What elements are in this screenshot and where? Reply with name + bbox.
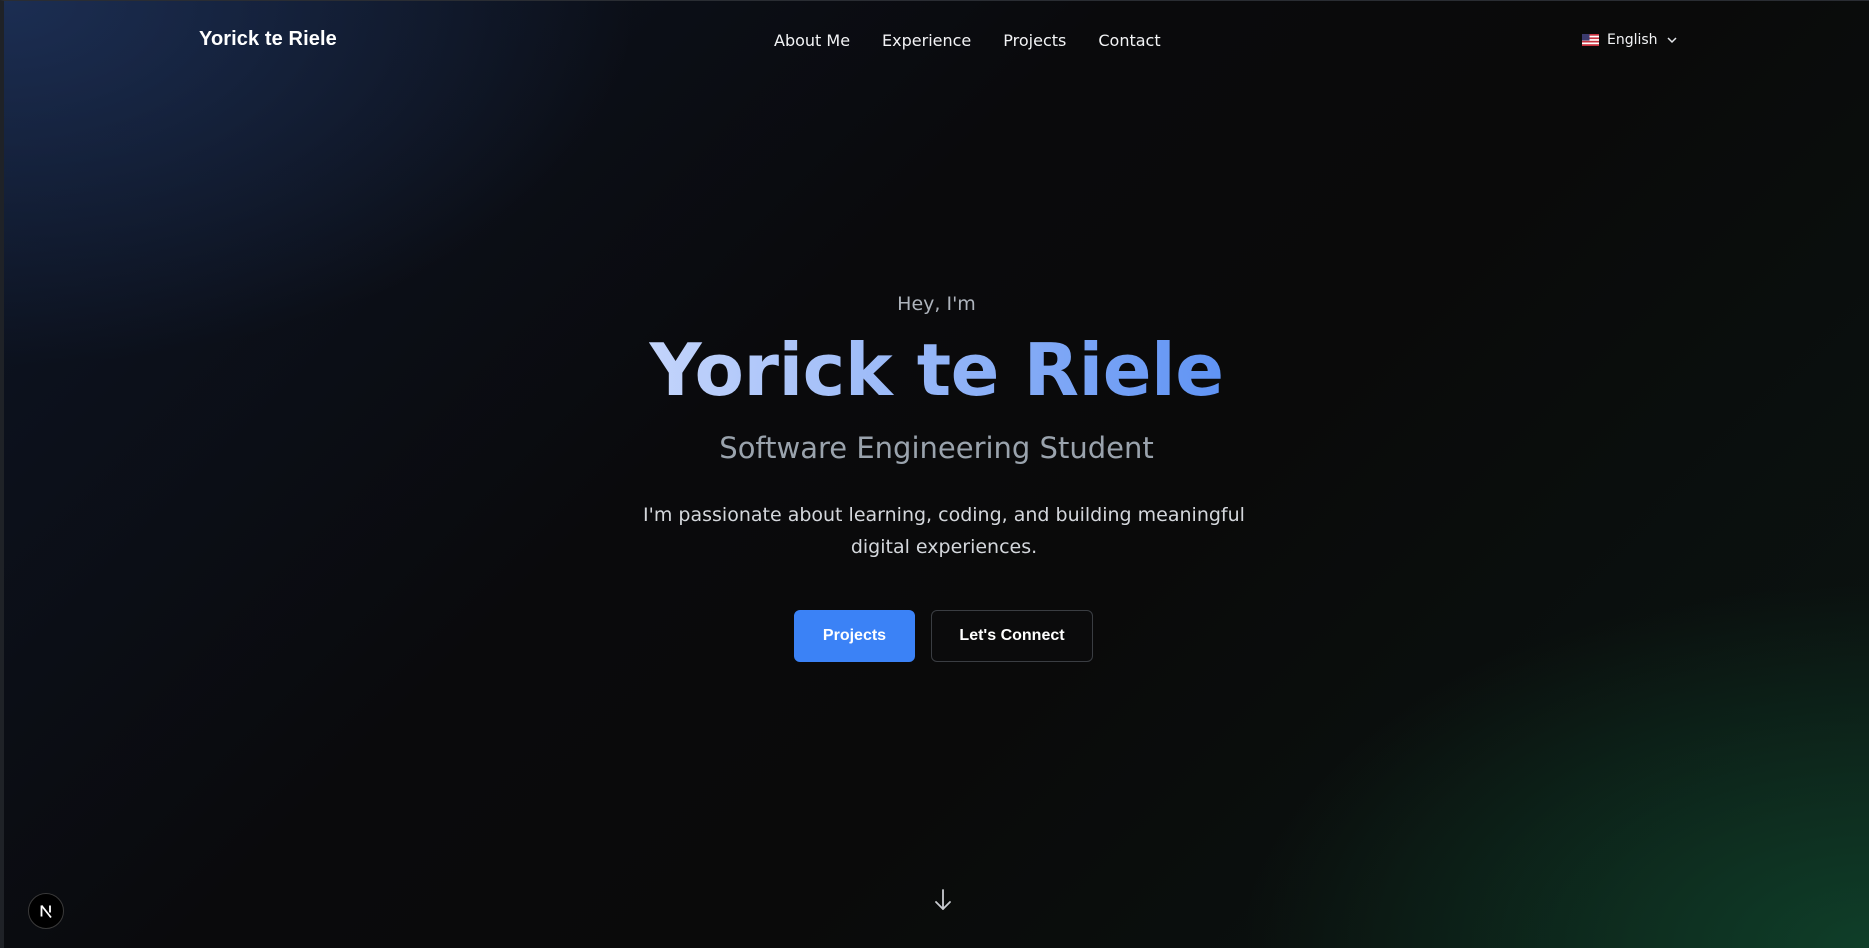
nextjs-icon[interactable] [28,893,64,929]
hero-name: Yorick te Riele [4,334,1869,406]
brand-logo[interactable]: Yorick te Riele [199,28,337,51]
language-selector[interactable]: English [1582,32,1678,48]
language-label: English [1607,32,1658,48]
nav-link-experience[interactable]: Experience [882,31,971,50]
projects-button[interactable]: Projects [794,610,915,662]
nav-link-about[interactable]: About Me [774,31,850,50]
lets-connect-button[interactable]: Let's Connect [931,610,1093,662]
nav-links: About Me Experience Projects Contact [774,31,1161,50]
hero-greeting: Hey, I'm [897,293,976,315]
arrow-down-icon[interactable] [932,887,954,913]
us-flag-icon [1582,34,1599,46]
nav-link-contact[interactable]: Contact [1098,31,1160,50]
hero-name-text: Yorick te Riele [649,328,1224,412]
hero-subtitle: Software Engineering Student [719,431,1154,465]
top-nav: Yorick te Riele About Me Experience Proj… [4,1,1869,81]
hero-description: I'm passionate about learning, coding, a… [643,504,1245,558]
hero-actions: Projects Let's Connect [794,610,1093,662]
chevron-down-icon [1667,37,1677,44]
nav-link-projects[interactable]: Projects [1003,31,1066,50]
nextjs-glyph-icon [40,904,52,919]
page: Yorick te Riele About Me Experience Proj… [0,0,1869,948]
